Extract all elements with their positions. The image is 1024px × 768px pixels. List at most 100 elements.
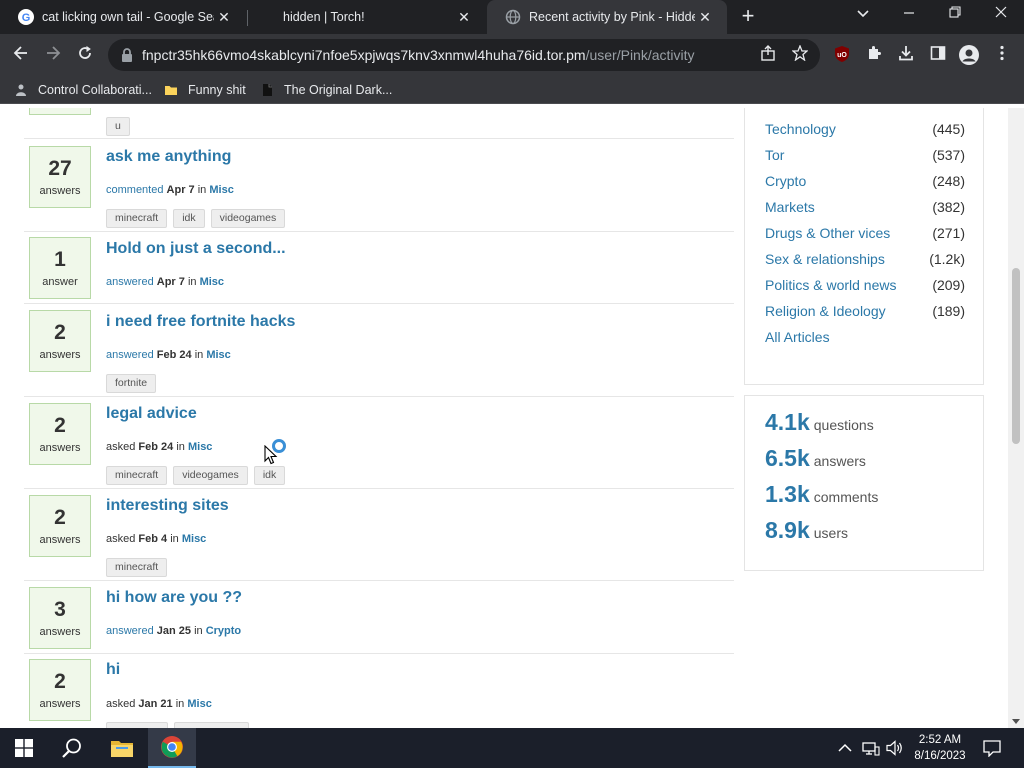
question-title[interactable]: ask me anything (106, 148, 231, 166)
tab-torch[interactable]: hidden | Torch! ✕ (248, 0, 486, 34)
category-link[interactable]: Misc (209, 184, 233, 196)
answer-count-label: answers (39, 185, 81, 197)
question-title[interactable]: hi how are you ?? (106, 589, 242, 607)
clock-date: 8/16/2023 (914, 750, 966, 762)
activity-date: Feb 24 (156, 349, 192, 361)
category-link[interactable]: Misc (188, 441, 212, 453)
all-articles-row[interactable]: All Articles (765, 329, 965, 349)
category-name[interactable]: Markets (765, 199, 815, 215)
close-tab-icon[interactable]: ✕ (454, 9, 474, 26)
bookmark-funny-shit[interactable]: Funny shit (164, 81, 246, 99)
activity-date: Feb 24 (138, 441, 174, 453)
more-menu-icon[interactable] (991, 45, 1013, 67)
tag[interactable]: u (106, 117, 130, 136)
tag-list: fortnite (106, 374, 157, 393)
category-row-tor[interactable]: Tor (537) (765, 147, 965, 167)
chrome-taskbar-button[interactable] (148, 728, 196, 768)
close-tab-icon[interactable]: ✕ (214, 9, 234, 26)
address-bar[interactable]: fnpctr35hk66vmo4skablcyni7nfoe5xpjwqs7kn… (108, 39, 820, 71)
tag[interactable]: videogames (173, 466, 248, 485)
question-title[interactable]: legal advice (106, 405, 197, 423)
scrollbar-thumb[interactable] (1012, 268, 1020, 444)
category-row-relationships[interactable]: Sex & relationships (1.2k) (765, 251, 965, 271)
category-name[interactable]: Sex & relationships (765, 251, 885, 267)
bookmark-label: The Original Dark... (284, 83, 393, 97)
question-title[interactable]: Hold on just a second... (106, 240, 286, 258)
start-button[interactable] (0, 728, 48, 768)
category-row-technology[interactable]: Technology (445) (765, 121, 965, 141)
tag[interactable]: minecraft (106, 209, 168, 228)
category-link[interactable]: Misc (206, 349, 230, 361)
question-meta: commented Apr 7 in Misc (106, 184, 234, 196)
activity-type: asked (106, 698, 136, 710)
category-row-markets[interactable]: Markets (382) (765, 199, 965, 219)
tag[interactable]: minecraft (106, 558, 168, 577)
question-title[interactable]: hi (106, 661, 120, 679)
download-icon[interactable] (895, 45, 917, 67)
all-articles-link[interactable]: All Articles (765, 329, 830, 345)
network-icon[interactable] (862, 740, 880, 759)
category-name[interactable]: Drugs & Other vices (765, 225, 890, 241)
search-button[interactable] (48, 728, 96, 768)
question-title[interactable]: i need free fortnite hacks (106, 313, 295, 331)
activity-type[interactable]: answered (106, 349, 154, 361)
category-row-politics[interactable]: Politics & world news (209) (765, 277, 965, 297)
tray-overflow-chevron-icon[interactable] (838, 740, 852, 756)
stat-value: 6.5k (765, 445, 810, 471)
stat-value: 4.1k (765, 409, 810, 435)
tab-search-chevron-icon[interactable] (840, 0, 886, 30)
tag[interactable]: fortnite (106, 374, 157, 393)
question-title[interactable]: interesting sites (106, 497, 229, 515)
bookmarks-bar: Control Collaborati... Funny shit The Or… (0, 76, 1024, 104)
category-row-religion[interactable]: Religion & Ideology (189) (765, 303, 965, 323)
lock-icon[interactable] (120, 47, 134, 63)
minimize-icon[interactable] (886, 0, 932, 30)
extensions-puzzle-icon[interactable] (863, 45, 885, 67)
tab-recent-activity[interactable]: Recent activity by Pink - Hidden / ✕ (487, 0, 727, 34)
category-link[interactable]: Misc (182, 533, 206, 545)
category-row-crypto[interactable]: Crypto (248) (765, 173, 965, 193)
tab-google-search[interactable]: G cat licking own tail - Google Sear ✕ (0, 0, 246, 34)
answer-count: 3 (54, 598, 66, 621)
back-arrow-icon[interactable] (8, 42, 34, 68)
bookmark-star-icon[interactable] (790, 44, 810, 65)
profile-avatar-icon[interactable] (958, 45, 980, 67)
bookmark-original-dark[interactable]: The Original Dark... (260, 81, 392, 99)
bookmark-control-collaboration[interactable]: Control Collaborati... (14, 81, 152, 99)
tag[interactable]: videogames (210, 209, 286, 228)
side-panel-icon[interactable] (927, 45, 949, 67)
tag[interactable]: minecraft (106, 466, 168, 485)
ublock-icon[interactable]: uO (831, 45, 853, 67)
volume-icon[interactable] (886, 740, 904, 759)
forward-arrow-icon[interactable] (40, 42, 66, 68)
category-name[interactable]: Religion & Ideology (765, 303, 886, 319)
close-window-icon[interactable] (978, 0, 1024, 30)
new-tab-button[interactable]: + (736, 5, 760, 29)
scroll-down-arrow-icon[interactable] (1012, 719, 1020, 724)
taskbar-clock[interactable]: 2:52 AM 8/16/2023 (908, 732, 972, 764)
category-name[interactable]: Politics & world news (765, 277, 897, 293)
google-icon: G (18, 9, 34, 25)
reload-icon[interactable] (72, 42, 98, 68)
restore-icon[interactable] (932, 0, 978, 30)
answer-count-label: answers (39, 349, 81, 361)
close-tab-icon[interactable]: ✕ (695, 9, 715, 26)
svg-text:G: G (22, 12, 31, 24)
category-name[interactable]: Technology (765, 121, 836, 137)
activity-type[interactable]: answered (106, 625, 154, 637)
page-scrollbar[interactable] (1008, 108, 1024, 728)
category-link[interactable]: Misc (187, 698, 211, 710)
activity-type[interactable]: commented (106, 184, 163, 196)
tag[interactable]: idk (253, 466, 286, 485)
tag[interactable]: idk (173, 209, 205, 228)
category-link[interactable]: Misc (200, 276, 224, 288)
category-name[interactable]: Crypto (765, 173, 806, 189)
category-row-drugs[interactable]: Drugs & Other vices (271) (765, 225, 965, 245)
category-link[interactable]: Crypto (206, 625, 241, 637)
category-name[interactable]: Tor (765, 147, 784, 163)
share-icon[interactable] (758, 45, 778, 65)
activity-type[interactable]: answered (106, 276, 154, 288)
file-explorer-button[interactable] (98, 728, 146, 768)
notifications-icon[interactable] (983, 740, 1001, 760)
list-item: 3 answers hi how are you ?? answered Jan… (24, 581, 734, 654)
